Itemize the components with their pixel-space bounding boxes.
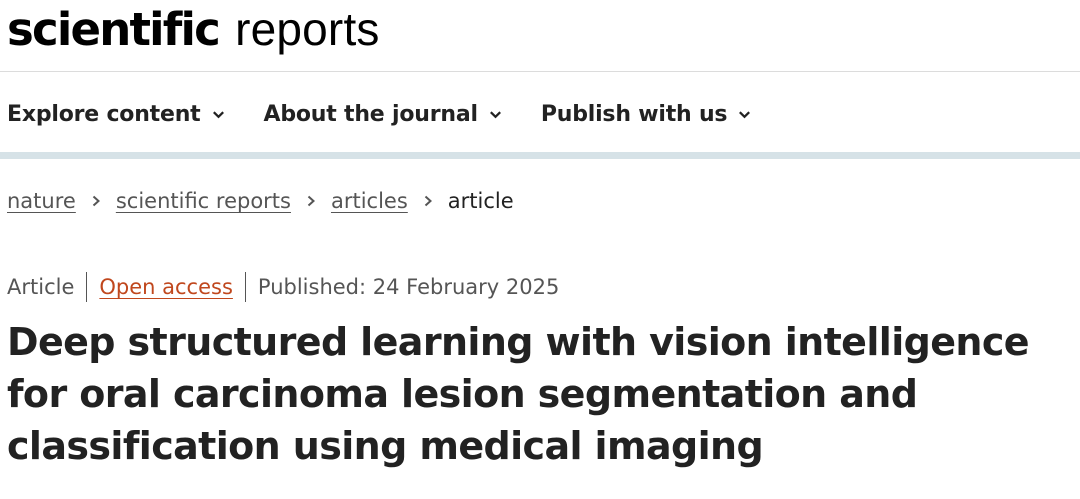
nav-item-label: Publish with us xyxy=(540,101,728,127)
breadcrumb-link-articles[interactable]: articles xyxy=(331,189,408,213)
article-title: Deep structured learning with vision int… xyxy=(7,320,1030,468)
nav-item-label: Explore content xyxy=(7,101,201,127)
breadcrumb: nature scientific reports articles artic… xyxy=(7,189,514,213)
nav-item-label: About the journal xyxy=(263,101,479,127)
chevron-down-icon xyxy=(212,110,224,118)
chevron-down-icon xyxy=(489,110,501,118)
chevron-right-icon xyxy=(92,195,100,207)
published-date: Published: 24 February 2025 xyxy=(257,275,560,299)
article-meta: Article Open access Published: 24 Februa… xyxy=(7,272,559,302)
site-logo[interactable]: scientific reports xyxy=(7,2,380,62)
meta-divider xyxy=(244,272,246,302)
nav-bottom-bar xyxy=(0,152,1080,159)
nav-explore-content[interactable]: Explore content xyxy=(7,102,226,127)
chevron-right-icon xyxy=(307,195,315,207)
nav-about-the-journal[interactable]: About the journal xyxy=(264,102,503,127)
breadcrumb-link-nature[interactable]: nature xyxy=(7,189,76,213)
chevron-right-icon xyxy=(424,195,432,207)
breadcrumb-current: article xyxy=(447,189,514,213)
logo-word-reports: reports xyxy=(235,3,380,55)
article-type: Article xyxy=(7,275,75,299)
chevron-down-icon xyxy=(739,110,751,118)
main-nav: Explore content About the journal Publis… xyxy=(7,96,790,132)
meta-divider xyxy=(86,272,88,302)
logo-word-scientific: scientific xyxy=(7,3,221,56)
open-access-link[interactable]: Open access xyxy=(99,275,233,299)
nav-publish-with-us[interactable]: Publish with us xyxy=(541,102,753,127)
breadcrumb-link-scientific-reports[interactable]: scientific reports xyxy=(116,189,291,213)
header-divider xyxy=(0,71,1080,72)
